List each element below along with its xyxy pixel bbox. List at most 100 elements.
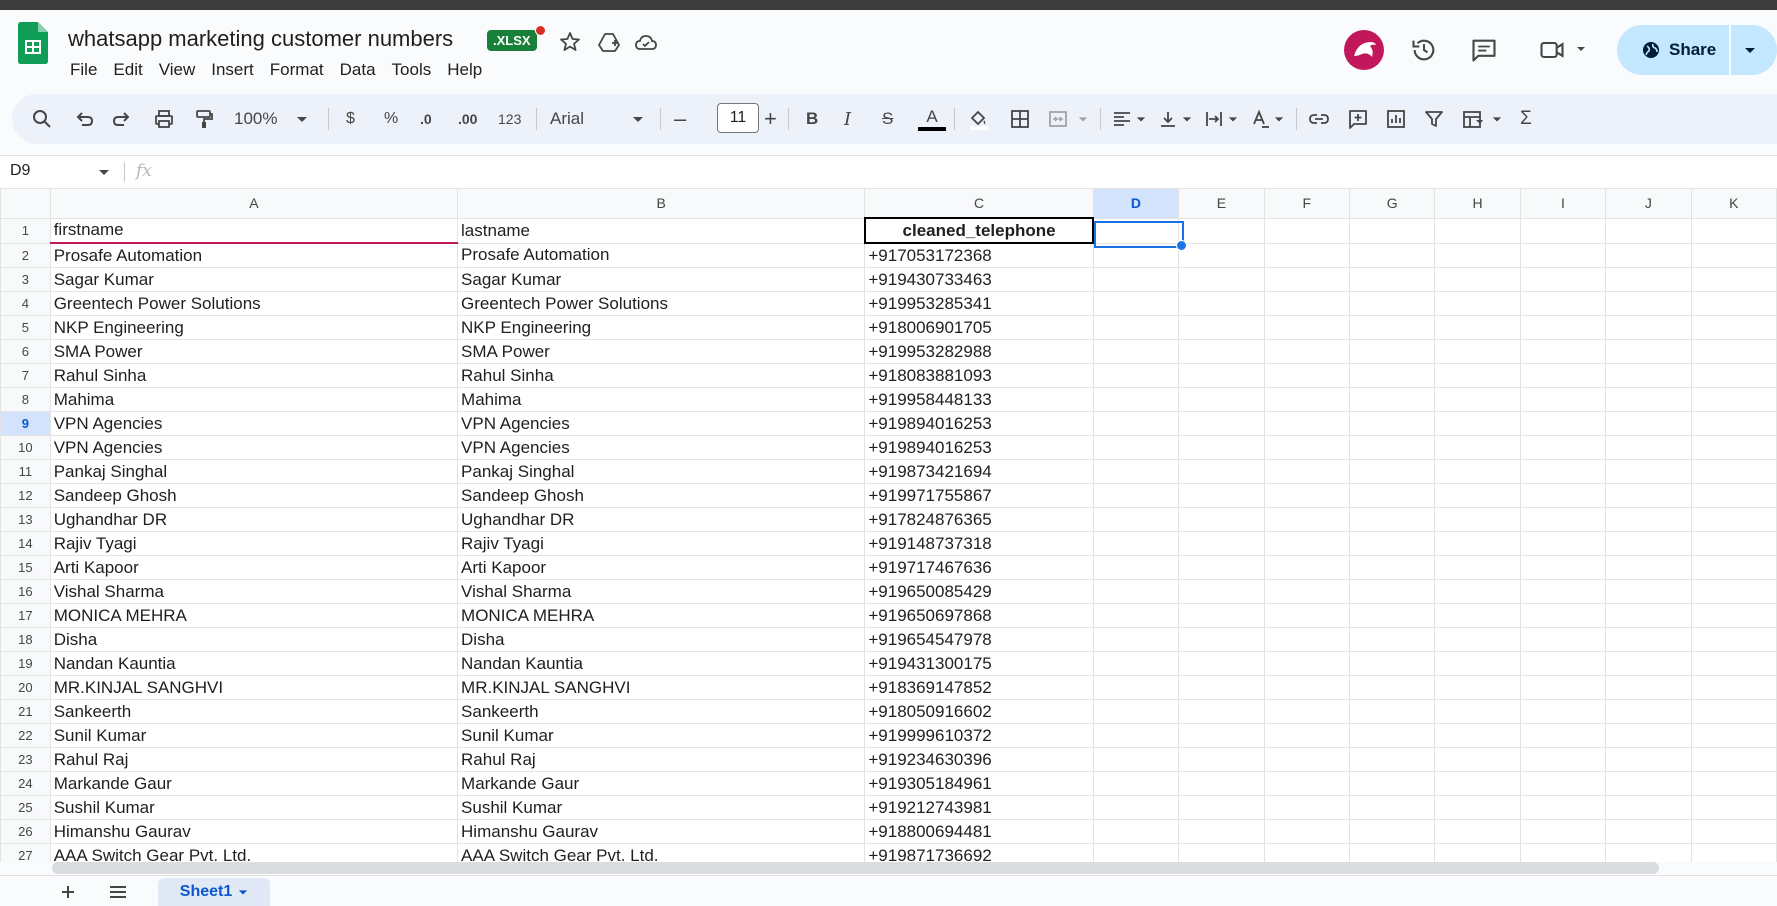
cell-e22[interactable] xyxy=(1178,723,1265,748)
row-header[interactable]: 13 xyxy=(0,507,51,532)
cell-b2[interactable]: Prosafe Automation xyxy=(457,242,866,268)
merge-cells-icon[interactable] xyxy=(1048,107,1068,131)
cell-j13[interactable] xyxy=(1605,507,1692,532)
cell-d10[interactable] xyxy=(1092,435,1180,460)
cell-k22[interactable] xyxy=(1690,723,1777,748)
currency-format-button[interactable]: $ xyxy=(346,107,355,131)
cell-d17[interactable] xyxy=(1092,603,1180,628)
menu-help[interactable]: Help xyxy=(439,58,490,82)
cell-k4[interactable] xyxy=(1690,291,1777,316)
cell-i1[interactable] xyxy=(1519,217,1607,244)
cell-h19[interactable] xyxy=(1434,651,1521,676)
cell-f20[interactable] xyxy=(1263,675,1350,700)
cell-j1[interactable] xyxy=(1605,217,1692,244)
functions-button[interactable]: Σ xyxy=(1520,107,1532,131)
cell-b24[interactable]: Markande Gaur xyxy=(457,771,866,796)
cell-b15[interactable]: Arti Kapoor xyxy=(457,555,866,580)
cell-j23[interactable] xyxy=(1605,747,1692,772)
cell-e26[interactable] xyxy=(1178,819,1265,844)
cell-g16[interactable] xyxy=(1348,579,1436,604)
name-box[interactable]: D9 xyxy=(10,162,30,180)
cell-e25[interactable] xyxy=(1178,795,1265,820)
row-header[interactable]: 3 xyxy=(0,267,51,292)
cell-f10[interactable] xyxy=(1263,435,1350,460)
move-to-drive-icon[interactable] xyxy=(597,30,621,54)
cell-a12[interactable]: Sandeep Ghosh xyxy=(49,483,459,508)
cell-g15[interactable] xyxy=(1348,555,1436,580)
cell-i14[interactable] xyxy=(1519,531,1607,556)
cell-f17[interactable] xyxy=(1263,603,1350,628)
cell-j9[interactable] xyxy=(1605,411,1692,436)
cell-k16[interactable] xyxy=(1690,579,1777,604)
cell-c1[interactable]: cleaned_telephone xyxy=(863,217,1095,244)
cell-k14[interactable] xyxy=(1690,531,1777,556)
cell-k17[interactable] xyxy=(1690,603,1777,628)
cell-b25[interactable]: Sushil Kumar xyxy=(457,795,866,820)
cell-f5[interactable] xyxy=(1263,315,1350,340)
fill-handle[interactable] xyxy=(1176,240,1187,251)
cell-d22[interactable] xyxy=(1092,723,1180,748)
font-dropdown-icon[interactable] xyxy=(632,107,644,131)
cell-h20[interactable] xyxy=(1434,675,1521,700)
column-header-i[interactable]: I xyxy=(1519,188,1607,219)
cell-j16[interactable] xyxy=(1605,579,1692,604)
cell-a6[interactable]: SMA Power xyxy=(49,339,459,364)
cell-j2[interactable] xyxy=(1605,242,1692,268)
cell-c8[interactable]: +919958448133 xyxy=(864,387,1094,412)
text-color-button[interactable]: A xyxy=(918,107,946,131)
cell-c7[interactable]: +918083881093 xyxy=(864,363,1094,388)
cell-k20[interactable] xyxy=(1690,675,1777,700)
cell-c9[interactable]: +919894016253 xyxy=(864,411,1094,436)
menu-edit[interactable]: Edit xyxy=(105,58,150,82)
cell-f9[interactable] xyxy=(1263,411,1350,436)
cell-a19[interactable]: Nandan Kauntia xyxy=(49,651,459,676)
cell-i21[interactable] xyxy=(1519,699,1607,724)
cell-k5[interactable] xyxy=(1690,315,1777,340)
cell-i5[interactable] xyxy=(1519,315,1607,340)
cloud-saved-icon[interactable] xyxy=(634,30,658,54)
horizontal-align-icon[interactable] xyxy=(1112,107,1132,131)
cell-e11[interactable] xyxy=(1178,459,1265,484)
cell-b21[interactable]: Sankeerth xyxy=(457,699,866,724)
row-header[interactable]: 20 xyxy=(0,675,51,700)
cell-h21[interactable] xyxy=(1434,699,1521,724)
cell-e3[interactable] xyxy=(1178,267,1265,292)
cell-a10[interactable]: VPN Agencies xyxy=(49,435,459,460)
column-header-k[interactable]: K xyxy=(1690,188,1777,219)
cell-i25[interactable] xyxy=(1519,795,1607,820)
cell-c23[interactable]: +919234630396 xyxy=(864,747,1094,772)
cell-table[interactable]: ABCDEFGHIJK 1 firstname lastname cleaned_te… xyxy=(0,188,1777,862)
cell-f14[interactable] xyxy=(1263,531,1350,556)
version-history-icon[interactable] xyxy=(1410,36,1438,64)
cell-c5[interactable]: +918006901705 xyxy=(864,315,1094,340)
cell-c14[interactable]: +919148737318 xyxy=(864,531,1094,556)
meet-dropdown-icon[interactable] xyxy=(1574,42,1588,56)
fill-color-icon[interactable] xyxy=(968,107,990,131)
cell-a11[interactable]: Pankaj Singhal xyxy=(49,459,459,484)
cell-a8[interactable]: Mahima xyxy=(49,387,459,412)
cell-h16[interactable] xyxy=(1434,579,1521,604)
cell-c19[interactable]: +919431300175 xyxy=(864,651,1094,676)
cell-i9[interactable] xyxy=(1519,411,1607,436)
cell-f15[interactable] xyxy=(1263,555,1350,580)
cell-h18[interactable] xyxy=(1434,627,1521,652)
cell-j21[interactable] xyxy=(1605,699,1692,724)
cell-h7[interactable] xyxy=(1434,363,1521,388)
cell-d4[interactable] xyxy=(1092,291,1180,316)
cell-b3[interactable]: Sagar Kumar xyxy=(457,267,866,292)
row-header[interactable]: 12 xyxy=(0,483,51,508)
cell-j12[interactable] xyxy=(1605,483,1692,508)
cell-f4[interactable] xyxy=(1263,291,1350,316)
text-wrapping-icon[interactable] xyxy=(1204,107,1224,131)
cell-g14[interactable] xyxy=(1348,531,1436,556)
cell-i11[interactable] xyxy=(1519,459,1607,484)
cell-k3[interactable] xyxy=(1690,267,1777,292)
cell-k1[interactable] xyxy=(1690,217,1777,244)
cell-f18[interactable] xyxy=(1263,627,1350,652)
cell-i13[interactable] xyxy=(1519,507,1607,532)
cell-d11[interactable] xyxy=(1092,459,1180,484)
cell-f12[interactable] xyxy=(1263,483,1350,508)
wrap-dropdown-icon[interactable] xyxy=(1228,107,1238,131)
cell-d8[interactable] xyxy=(1092,387,1180,412)
cell-f27[interactable] xyxy=(1263,843,1350,862)
